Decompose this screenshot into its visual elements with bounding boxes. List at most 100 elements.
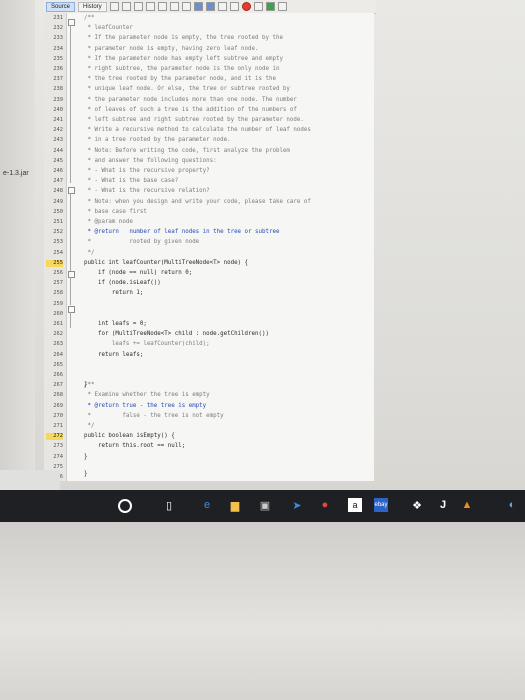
code-line[interactable]: * left subtree and right subtree rooted … bbox=[84, 117, 303, 124]
file-explorer-icon[interactable]: ▆ bbox=[228, 498, 242, 512]
code-line[interactable]: int leafs = 0; bbox=[84, 321, 147, 328]
code-line[interactable]: * unique leaf node. Or else, the tree or… bbox=[84, 86, 289, 93]
code-line[interactable]: * - What is the recursive relation? bbox=[84, 188, 209, 195]
vscode-icon[interactable]: ➤ bbox=[290, 498, 304, 512]
code-line[interactable]: */ bbox=[84, 423, 94, 430]
code-line[interactable]: * the parameter node includes more than … bbox=[84, 97, 296, 104]
fold-guide bbox=[70, 193, 71, 271]
code-line[interactable]: } bbox=[84, 471, 88, 478]
find-next-icon[interactable] bbox=[157, 2, 167, 11]
run-icon[interactable] bbox=[265, 2, 275, 11]
code-line[interactable]: * Examine whether the tree is empty bbox=[84, 392, 209, 399]
search-icon[interactable] bbox=[133, 2, 143, 11]
line-number: 262 bbox=[53, 331, 63, 338]
code-line[interactable]: /** bbox=[84, 382, 94, 389]
uncomment-icon[interactable] bbox=[229, 2, 239, 11]
fold-guide bbox=[70, 277, 71, 305]
line-number: 239 bbox=[53, 96, 63, 103]
stop-macro-icon[interactable] bbox=[253, 2, 263, 11]
code-line[interactable]: * leafCounter bbox=[84, 25, 132, 32]
chrome-icon[interactable]: ● bbox=[318, 498, 332, 512]
line-number: 264 bbox=[53, 351, 63, 358]
line-number: 267 bbox=[53, 382, 63, 389]
line-number: 270 bbox=[53, 412, 63, 419]
code-line[interactable]: * If the parameter node has empty left s… bbox=[84, 56, 282, 63]
code-line[interactable]: * parameter node is empty, having zero l… bbox=[84, 46, 258, 53]
toggle-bookmark-icon[interactable] bbox=[181, 2, 191, 11]
line-number: 253 bbox=[53, 239, 63, 246]
line-number: 233 bbox=[53, 35, 63, 42]
code-line[interactable]: for (MultiTreeNode<T> child : node.getCh… bbox=[84, 331, 269, 338]
mail-icon[interactable]: ◐ bbox=[505, 498, 519, 512]
code-line[interactable]: * false - the tree is not empty bbox=[84, 413, 223, 420]
store-icon[interactable]: ▣ bbox=[258, 498, 272, 512]
code-line[interactable]: } bbox=[84, 454, 88, 461]
toggle-highlight-icon[interactable] bbox=[169, 2, 179, 11]
forward-icon[interactable] bbox=[121, 2, 131, 11]
shift-left-icon[interactable] bbox=[193, 2, 203, 11]
code-line[interactable]: * @param node bbox=[84, 219, 132, 226]
monitor-bezel bbox=[0, 522, 525, 700]
code-line[interactable]: public boolean isEmpty() { bbox=[84, 433, 175, 440]
code-line[interactable]: * @return true - the tree is empty bbox=[84, 403, 206, 410]
line-number: 243 bbox=[53, 137, 63, 144]
code-line[interactable]: * base case first bbox=[84, 209, 146, 216]
code-line[interactable]: * If the parameter node is empty, the tr… bbox=[84, 35, 282, 42]
line-number: 268 bbox=[53, 392, 63, 399]
line-number: 249 bbox=[53, 198, 63, 205]
line-number: 256 bbox=[53, 270, 63, 276]
code-line[interactable]: * right subtree, the parameter node is t… bbox=[84, 66, 279, 73]
back-icon[interactable] bbox=[109, 2, 119, 11]
code-line[interactable]: public int leafCounter(MultiTreeNode<T> … bbox=[84, 260, 248, 267]
ebay-icon[interactable]: ebay bbox=[374, 498, 388, 512]
dropbox-icon[interactable]: ❖ bbox=[410, 498, 424, 512]
code-line[interactable]: * and answer the following questions: bbox=[84, 158, 216, 165]
diff-icon[interactable] bbox=[277, 2, 287, 11]
jetbrains-icon[interactable]: J bbox=[436, 498, 450, 512]
code-line[interactable]: /** bbox=[84, 15, 94, 22]
code-line[interactable]: return 1; bbox=[84, 290, 143, 297]
project-jar-label[interactable]: e-1.3.jar bbox=[3, 170, 29, 177]
code-line[interactable]: leafs += leafCounter(child); bbox=[84, 341, 210, 348]
line-number: 248 bbox=[53, 188, 63, 195]
edge-icon[interactable]: e bbox=[200, 498, 214, 512]
line-number: 238 bbox=[53, 86, 63, 93]
code-line[interactable]: * - What is the base case? bbox=[84, 178, 178, 185]
line-number: 273 bbox=[53, 443, 63, 450]
code-line[interactable]: * Note: when you design and write your c… bbox=[84, 199, 310, 206]
code-line[interactable]: if (node == null) return 0; bbox=[84, 270, 192, 277]
record-macro-icon[interactable] bbox=[241, 2, 251, 11]
code-line[interactable]: * of leaves of such a tree is the additi… bbox=[84, 107, 296, 114]
code-line[interactable]: * Note: Before writing the code, first a… bbox=[84, 148, 289, 155]
line-number: 260 bbox=[53, 310, 63, 317]
shift-right-icon[interactable] bbox=[205, 2, 215, 11]
code-line[interactable]: */ bbox=[84, 250, 94, 257]
line-number: 271 bbox=[53, 423, 63, 429]
cortana-icon[interactable] bbox=[118, 499, 132, 513]
code-line[interactable]: * in a tree rooted by the parameter node… bbox=[84, 137, 230, 144]
task-view-icon[interactable]: ▯ bbox=[162, 498, 176, 512]
code-line[interactable]: * - What is the recursive property? bbox=[84, 168, 209, 175]
code-line[interactable]: * Write a recursive method to calculate … bbox=[84, 127, 310, 134]
code-line[interactable]: if (node.isLeaf()) bbox=[84, 280, 161, 287]
vlc-icon[interactable]: ▲ bbox=[460, 498, 474, 512]
line-number: 261 bbox=[53, 321, 63, 327]
tab-source[interactable]: Source bbox=[46, 1, 76, 12]
code-line[interactable]: return this.root == null; bbox=[84, 443, 185, 450]
tab-history[interactable]: History bbox=[78, 1, 107, 12]
left-project-pane: e-1.3.jar bbox=[0, 0, 35, 490]
line-number: 274 bbox=[53, 453, 63, 460]
amazon-icon[interactable]: a bbox=[348, 498, 362, 512]
line-number: 232 bbox=[53, 25, 63, 32]
line-number: 247 bbox=[53, 178, 63, 185]
code-line[interactable]: * the tree rooted by the parameter node,… bbox=[84, 76, 275, 83]
find-prev-icon[interactable] bbox=[145, 2, 155, 11]
line-number: 240 bbox=[53, 106, 63, 113]
code-line[interactable]: * rooted by given node bbox=[84, 239, 199, 246]
code-line[interactable]: return leafs; bbox=[84, 352, 143, 359]
comment-icon[interactable] bbox=[217, 2, 227, 11]
editor-toolbar: Source History bbox=[44, 0, 376, 14]
code-editor[interactable]: 231 232 233 234 235 236 237 238 239 240 241 242 243 2… bbox=[44, 13, 374, 481]
code-line[interactable]: * @return number of leaf nodes in the tr… bbox=[84, 229, 279, 236]
line-number: 245 bbox=[53, 157, 63, 164]
